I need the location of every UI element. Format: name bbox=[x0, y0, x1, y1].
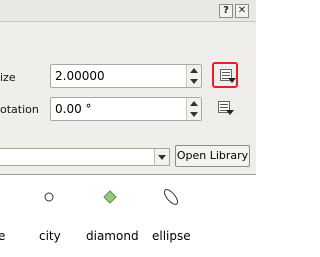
size-spinbox-arrows[interactable] bbox=[186, 65, 201, 87]
rotation-value: 0.00 ° bbox=[55, 102, 92, 116]
diamond-icon bbox=[103, 190, 117, 204]
spin-up-icon[interactable] bbox=[190, 68, 198, 73]
chevron-down-icon[interactable] bbox=[154, 149, 169, 165]
title-bar: ? ✕ bbox=[0, 0, 256, 22]
open-library-button[interactable]: Open Library bbox=[175, 145, 250, 167]
spin-up-icon[interactable] bbox=[190, 101, 198, 106]
properties-panel: ize 2.00000 otation 0.00 ° bbox=[0, 22, 256, 144]
symbol-group-combo[interactable] bbox=[0, 148, 170, 166]
rotation-data-defined-button[interactable] bbox=[212, 96, 238, 122]
symbol-label[interactable]: ellipse bbox=[152, 229, 191, 243]
size-value: 2.00000 bbox=[55, 69, 105, 83]
close-button[interactable]: ✕ bbox=[235, 4, 249, 18]
dropdown-arrow-icon bbox=[226, 110, 234, 115]
symbol-label[interactable]: diamond bbox=[86, 229, 139, 243]
size-label: ize bbox=[0, 71, 16, 84]
symbol-list bbox=[0, 174, 256, 257]
rotation-spinbox-arrows[interactable] bbox=[186, 98, 201, 120]
size-data-defined-button[interactable] bbox=[212, 62, 238, 88]
ellipse-icon bbox=[163, 189, 179, 205]
circle-icon bbox=[44, 192, 54, 202]
symbol-label[interactable]: e bbox=[0, 229, 5, 243]
spin-down-icon[interactable] bbox=[190, 79, 198, 84]
rotation-label: otation bbox=[0, 103, 39, 116]
help-button[interactable]: ? bbox=[219, 4, 233, 18]
spin-down-icon[interactable] bbox=[190, 112, 198, 117]
rotation-spinbox[interactable]: 0.00 ° bbox=[50, 97, 202, 121]
size-spinbox[interactable]: 2.00000 bbox=[50, 64, 202, 88]
symbol-label[interactable]: city bbox=[39, 229, 61, 243]
dropdown-arrow-icon bbox=[228, 78, 236, 83]
